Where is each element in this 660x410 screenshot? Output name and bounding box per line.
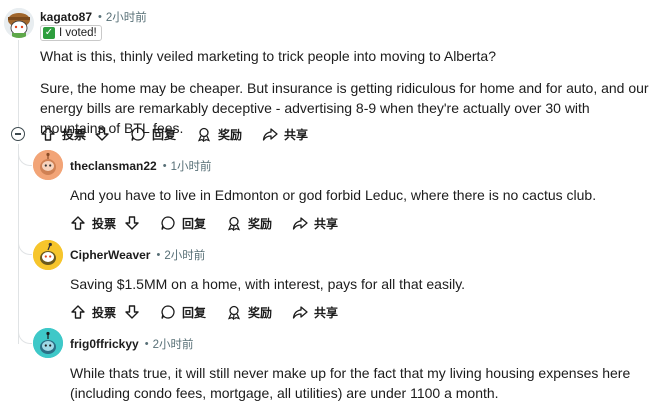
checkmark-icon: ✓	[43, 27, 55, 39]
thread-branch	[18, 241, 32, 255]
comment-body: While thats true, it will still never ma…	[70, 363, 655, 403]
comment-paragraph: And you have to live in Edmonton or god …	[70, 187, 597, 203]
award-button[interactable]: 奖励	[226, 304, 272, 321]
upvote-icon[interactable]	[70, 304, 86, 320]
vote-label: 投票	[92, 216, 117, 231]
reply-button[interactable]: 回复	[160, 304, 206, 321]
comment-time[interactable]: 2小时前	[106, 9, 147, 25]
comment-actions: 投票 回复 奖励 共享	[70, 212, 358, 234]
user-avatar-icon	[33, 328, 63, 358]
share-button[interactable]: 共享	[262, 126, 308, 143]
separator-dot: •	[156, 249, 161, 261]
reply-button[interactable]: 回复	[130, 126, 176, 143]
upvote-icon[interactable]	[70, 215, 86, 231]
downvote-icon[interactable]	[124, 215, 140, 231]
vote-label: 投票	[92, 305, 117, 320]
downvote-icon[interactable]	[94, 126, 110, 142]
user-flair: ✓ I voted!	[40, 25, 102, 41]
comment-body: Saving $1.5MM on a home, with interest, …	[70, 274, 660, 294]
award-icon	[227, 216, 241, 231]
vote-controls: 投票	[70, 215, 140, 232]
avatar[interactable]	[33, 328, 63, 358]
award-button[interactable]: 奖励	[226, 215, 272, 232]
share-icon	[262, 128, 278, 141]
vote-label: 投票	[62, 127, 87, 142]
comment-author[interactable]: theclansman22	[70, 159, 157, 173]
separator-dot: •	[98, 11, 102, 23]
comment-paragraph: What is this, thinly veiled marketing to…	[40, 48, 496, 64]
avatar[interactable]	[33, 150, 63, 180]
downvote-icon[interactable]	[124, 304, 140, 320]
comment-body: And you have to live in Edmonton or god …	[70, 185, 660, 205]
thread-branch	[18, 152, 32, 166]
comment-actions: 投票 回复 奖励 共享	[70, 301, 358, 323]
comment-author[interactable]: frig0ffrickyy	[70, 337, 139, 351]
user-avatar-icon	[33, 240, 63, 270]
avatar[interactable]	[33, 240, 63, 270]
vote-controls: 投票	[40, 126, 110, 143]
collapse-thread-button[interactable]	[11, 127, 25, 141]
comment-author[interactable]: kagato87	[40, 10, 92, 24]
comment-paragraph: While thats true, it will still never ma…	[70, 365, 631, 401]
comment-time[interactable]: 2小时前	[164, 247, 205, 263]
user-avatar-icon	[4, 8, 34, 38]
share-button[interactable]: 共享	[292, 215, 338, 232]
avatar[interactable]	[4, 8, 34, 38]
comment-bubble-icon	[131, 127, 145, 141]
thread-branch	[18, 330, 32, 344]
flair-text: I voted!	[59, 27, 97, 39]
comment-author[interactable]: CipherWeaver	[70, 248, 150, 262]
award-icon	[227, 305, 241, 320]
comment-bubble-icon	[161, 216, 175, 230]
separator-dot: •	[162, 160, 167, 172]
comment-bubble-icon	[161, 305, 175, 319]
user-avatar-icon	[33, 150, 63, 180]
reply-button[interactable]: 回复	[160, 215, 206, 232]
award-icon	[197, 127, 211, 142]
share-icon	[292, 306, 308, 319]
upvote-icon[interactable]	[40, 126, 56, 142]
vote-controls: 投票	[70, 304, 140, 321]
comment-actions: 投票 回复 奖励 共享	[40, 123, 328, 145]
separator-dot: •	[144, 338, 149, 350]
comment-time[interactable]: 2小时前	[153, 336, 194, 352]
award-button[interactable]: 奖励	[196, 126, 242, 143]
share-icon	[292, 217, 308, 230]
share-button[interactable]: 共享	[292, 304, 338, 321]
thread-line-main	[18, 40, 19, 128]
comment-time[interactable]: 1小时前	[171, 158, 212, 174]
comment-paragraph: Saving $1.5MM on a home, with interest, …	[70, 276, 466, 292]
